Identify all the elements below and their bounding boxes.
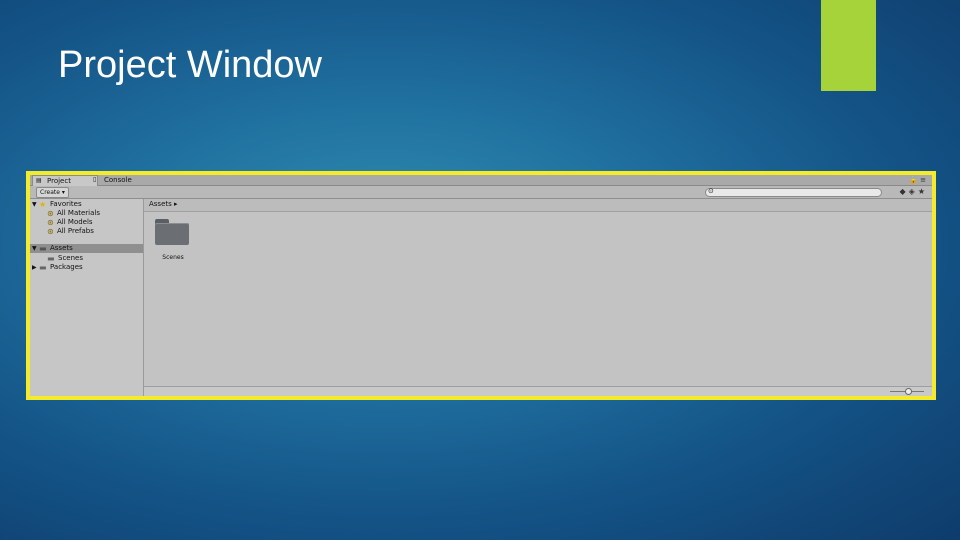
- scenes-label: Scenes: [58, 254, 83, 262]
- toolbar-icons: ◆◈★: [900, 187, 928, 196]
- tree-row-packages[interactable]: ▶ ▬ Packages: [30, 263, 143, 272]
- slide-title: Project Window: [58, 44, 322, 86]
- asset-content-panel: Assets ▸ Scenes: [144, 199, 932, 396]
- menu-icon[interactable]: ≡: [920, 176, 928, 184]
- star-icon: ★: [39, 200, 47, 209]
- search-filter-icon: ⊛: [47, 209, 54, 218]
- packages-label: Packages: [50, 263, 83, 271]
- window-controls: 🔒≡: [909, 176, 928, 184]
- filter-type-icon[interactable]: ◆: [900, 187, 909, 196]
- expand-arrow-icon[interactable]: ▼: [32, 200, 37, 209]
- folder-icon-body: [155, 223, 189, 245]
- tree-row-favorites[interactable]: ▼ ★ Favorites: [30, 200, 143, 209]
- collapse-arrow-icon[interactable]: ▶: [32, 263, 37, 272]
- search-icon: ⊙: [708, 187, 714, 195]
- folder-icon: ▬: [39, 244, 47, 253]
- breadcrumb: Assets ▸: [144, 199, 932, 212]
- project-icon: ▤: [36, 177, 42, 184]
- search-filter-icon: ⊛: [47, 227, 54, 236]
- tab-project-label: Project: [47, 177, 71, 185]
- folder-scenes-label: Scenes: [162, 254, 184, 261]
- console-icon: ▯: [93, 176, 97, 183]
- favorites-label: Favorites: [50, 200, 82, 208]
- lock-icon[interactable]: 🔒: [909, 176, 920, 184]
- tab-project[interactable]: ▤ Project: [32, 175, 98, 186]
- folder-icon: ▬: [39, 263, 47, 272]
- assets-label: Assets: [50, 244, 73, 252]
- search-filter-icon: ⊛: [47, 218, 54, 227]
- favorite-item-label: All Materials: [57, 209, 100, 217]
- favorite-star-icon[interactable]: ★: [918, 187, 928, 196]
- folder-icon: ▬: [47, 254, 55, 263]
- zoom-slider-knob[interactable]: [905, 388, 912, 395]
- toolbar: Create ▾ ⊙ ◆◈★: [30, 186, 932, 199]
- folder-tree-sidebar: ▼ ★ Favorites ⊛ All Materials ⊛ All Mode…: [30, 199, 144, 396]
- expand-arrow-icon[interactable]: ▼: [32, 244, 37, 253]
- favorite-item-label: All Prefabs: [57, 227, 94, 235]
- tab-console[interactable]: ▯ Console: [90, 175, 148, 185]
- tab-bar: ▤ Project ▯ Console 🔒≡: [30, 175, 932, 186]
- tree-row-favorite-item[interactable]: ⊛ All Materials: [30, 209, 143, 218]
- filter-label-icon[interactable]: ◈: [909, 187, 918, 196]
- tab-console-label: Console: [104, 176, 132, 184]
- tree-row-assets[interactable]: ▼ ▬ Assets: [30, 244, 143, 253]
- create-button[interactable]: Create ▾: [36, 187, 69, 198]
- accent-bar: [821, 0, 876, 91]
- highlight-frame: ▤ Project ▯ Console 🔒≡ Create ▾ ⊙ ◆◈★ ▼: [26, 171, 936, 400]
- folder-scenes[interactable]: [155, 219, 189, 245]
- tree-row-favorite-item[interactable]: ⊛ All Models: [30, 218, 143, 227]
- search-input[interactable]: ⊙: [705, 187, 882, 197]
- status-bar: [144, 386, 932, 396]
- tree-row-favorite-item[interactable]: ⊛ All Prefabs: [30, 227, 143, 236]
- project-window: ▤ Project ▯ Console 🔒≡ Create ▾ ⊙ ◆◈★ ▼: [30, 175, 932, 396]
- tree-row-scenes[interactable]: ▬ Scenes: [30, 254, 143, 263]
- favorite-item-label: All Models: [57, 218, 93, 226]
- breadcrumb-assets[interactable]: Assets ▸: [149, 200, 178, 208]
